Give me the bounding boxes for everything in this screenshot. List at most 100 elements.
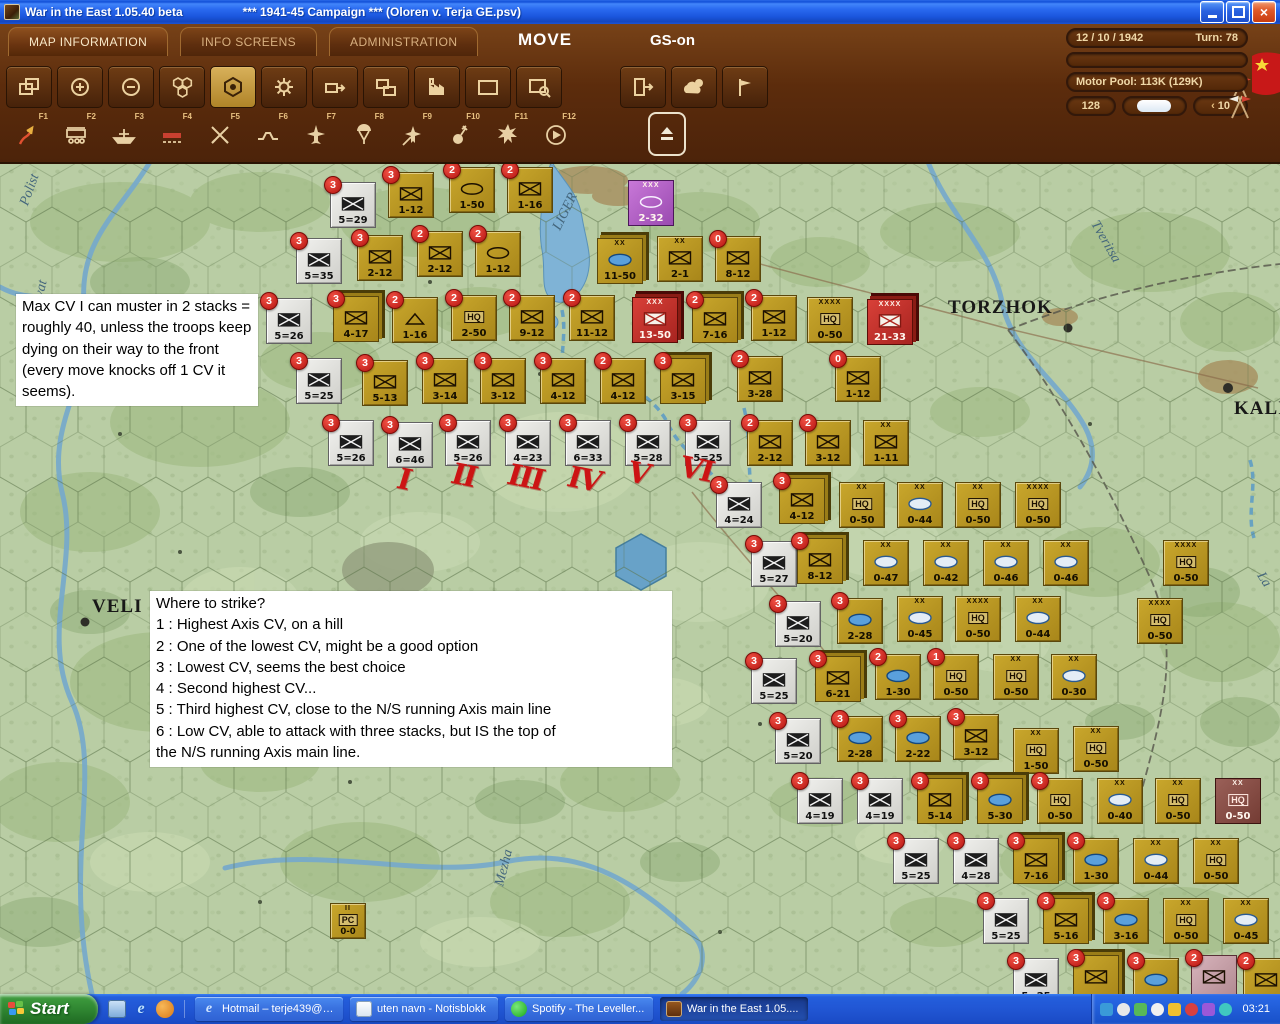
- unit-counter[interactable]: 3 5=25: [745, 652, 797, 704]
- fkey-strat-attack[interactable]: F11: [486, 112, 530, 158]
- unit-counter[interactable]: 3 4=24: [710, 476, 762, 528]
- unit-counter[interactable]: XXXX HQ 0-50: [1137, 598, 1183, 644]
- tab-info-screens[interactable]: INFO SCREENS: [180, 27, 318, 56]
- unit-counter[interactable]: 2 7-16: [686, 291, 738, 343]
- tray-nvidia-icon[interactable]: [1134, 1002, 1148, 1016]
- tray-usb-icon[interactable]: [1202, 1002, 1216, 1016]
- unit-counter[interactable]: 3 4-12: [534, 352, 586, 404]
- hex-grid-toggle-button[interactable]: [159, 66, 205, 108]
- unit-counter[interactable]: XX 0-45: [1223, 898, 1269, 944]
- stepper-left-icon[interactable]: ‹: [1211, 100, 1215, 112]
- zoom-in-button[interactable]: [57, 66, 103, 108]
- tray-security-icon[interactable]: [1168, 1002, 1182, 1016]
- unit-counter[interactable]: XX HQ 1-50: [1013, 728, 1059, 774]
- unit-counter[interactable]: 2 4-12: [594, 352, 646, 404]
- unit-counter[interactable]: 2 1-12: [469, 225, 521, 277]
- fkey-airdrop[interactable]: F8: [342, 112, 386, 158]
- unit-counter[interactable]: XX HQ 0-50: [955, 482, 1001, 528]
- fkey-move-mode[interactable]: F1: [6, 112, 50, 158]
- unit-counter[interactable]: 2 1-16: [386, 291, 438, 343]
- fkey-entrench[interactable]: F6: [246, 112, 290, 158]
- unit-counter[interactable]: XX 1-11: [863, 420, 909, 466]
- unit-counter[interactable]: 0 1-12: [829, 350, 881, 402]
- unit-counter[interactable]: 3 3-14: [416, 352, 468, 404]
- unit-counter[interactable]: XX 0-44: [1133, 838, 1179, 884]
- unit-jump-button[interactable]: [312, 66, 358, 108]
- unit-counter[interactable]: 3 6=33: [559, 414, 611, 466]
- show-desktop-icon[interactable]: [108, 1000, 126, 1018]
- unit-counter[interactable]: 2 3-12: [799, 414, 851, 466]
- unit-counter[interactable]: 3 4-17: [327, 290, 379, 342]
- unit-counter[interactable]: XX 0-44: [1015, 596, 1061, 642]
- unit-counter[interactable]: 2 1-16: [501, 161, 553, 213]
- unit-counter[interactable]: 3 2-28: [831, 592, 883, 644]
- unit-counter[interactable]: 3 4-12: [773, 472, 825, 524]
- minimize-button[interactable]: [1200, 1, 1224, 23]
- unit-counter[interactable]: XX 0-44: [897, 482, 943, 528]
- unit-counter[interactable]: XX 0-42: [923, 540, 969, 586]
- unit-counter[interactable]: XXXX 21-33: [867, 299, 913, 345]
- unit-counter[interactable]: XXX 13-50: [632, 297, 678, 343]
- unit-counter[interactable]: II PC 0-0: [330, 903, 366, 939]
- fkey-auto-resolve[interactable]: F12: [534, 112, 578, 158]
- settings-button[interactable]: [261, 66, 307, 108]
- unit-counter[interactable]: 3 5=20: [769, 595, 821, 647]
- taskbar-window-wite[interactable]: War in the East 1.05....: [660, 997, 808, 1021]
- unit-counter[interactable]: 2 1-12: [745, 289, 797, 341]
- unit-counter[interactable]: XX HQ 0-50: [1215, 778, 1261, 824]
- internet-explorer-icon[interactable]: e: [132, 1000, 150, 1018]
- tray-network-icon[interactable]: [1117, 1002, 1131, 1016]
- unit-counter[interactable]: 3 3-12: [474, 352, 526, 404]
- zoom-out-button[interactable]: [108, 66, 154, 108]
- unit-counter[interactable]: 3 6-21: [809, 650, 861, 702]
- unit-counter[interactable]: 3 HQ 0-50: [1031, 772, 1083, 824]
- fkey-bombing[interactable]: F10: [438, 112, 482, 158]
- factory-locations-button[interactable]: [414, 66, 460, 108]
- unit-counter[interactable]: XX HQ 0-50: [1073, 726, 1119, 772]
- unit-counter[interactable]: 3 5=25: [290, 352, 342, 404]
- unit-group-button[interactable]: [363, 66, 409, 108]
- unit-counter[interactable]: 3 3-16: [1097, 892, 1149, 944]
- unit-counter[interactable]: 3 5=25: [887, 832, 939, 884]
- eject-button[interactable]: [648, 112, 686, 156]
- unit-counter[interactable]: 2 2-12: [411, 225, 463, 277]
- fkey-rail-transport[interactable]: F2: [54, 112, 98, 158]
- objective-flag-button[interactable]: [722, 66, 768, 108]
- unit-counter[interactable]: 3 5-16: [1037, 892, 1089, 944]
- maximize-button[interactable]: [1226, 1, 1250, 23]
- unit-counter[interactable]: 3 6=46: [381, 416, 433, 468]
- unit-counter[interactable]: 3 5=29: [324, 176, 376, 228]
- unit-counter[interactable]: 1 HQ 0-50: [927, 648, 979, 700]
- unit-counter[interactable]: 3 1-30: [1067, 832, 1119, 884]
- unit-counter[interactable]: 2 11-12: [563, 289, 615, 341]
- fkey-amphibious[interactable]: F4: [150, 112, 194, 158]
- media-player-icon[interactable]: [156, 1000, 174, 1018]
- unit-counter[interactable]: 2 3-28: [731, 350, 783, 402]
- unit-counter[interactable]: 3 1-12: [382, 166, 434, 218]
- fkey-air-mission[interactable]: F7: [294, 112, 338, 158]
- unit-counter[interactable]: 2 1-50: [443, 161, 495, 213]
- unit-counter[interactable]: 3 7-16: [1007, 832, 1059, 884]
- unit-counter[interactable]: 3 2-22: [889, 710, 941, 762]
- unit-counter[interactable]: 0 8-12: [709, 230, 761, 282]
- unit-counter[interactable]: 3 4=19: [791, 772, 843, 824]
- fkey-naval-transport[interactable]: F3: [102, 112, 146, 158]
- menu-move[interactable]: MOVE: [518, 30, 572, 50]
- unit-counter[interactable]: 2 9-12: [503, 289, 555, 341]
- unit-counter[interactable]: XX 0-30: [1051, 654, 1097, 700]
- unit-counter[interactable]: XX 0-46: [983, 540, 1029, 586]
- unit-counter[interactable]: XX 0-46: [1043, 540, 1089, 586]
- tray-volume-icon[interactable]: [1151, 1002, 1165, 1016]
- unit-counter[interactable]: XX HQ 0-50: [1163, 898, 1209, 944]
- unit-counter[interactable]: XX 11-50: [597, 238, 643, 284]
- unit-counter[interactable]: 3 4=28: [947, 832, 999, 884]
- unit-counter[interactable]: XXX 2-32: [628, 180, 674, 226]
- taskbar-window-notepad[interactable]: uten navn - Notisblokk: [350, 997, 498, 1021]
- fkey-battle-mode[interactable]: F5: [198, 112, 242, 158]
- unit-counter[interactable]: 2 2-12: [741, 414, 793, 466]
- unit-counter[interactable]: 3 5-14: [911, 772, 963, 824]
- stack-toggle-button[interactable]: [6, 66, 52, 108]
- select-region-button[interactable]: [465, 66, 511, 108]
- start-button[interactable]: Start: [0, 994, 98, 1024]
- unit-counter[interactable]: XXXX HQ 0-50: [1015, 482, 1061, 528]
